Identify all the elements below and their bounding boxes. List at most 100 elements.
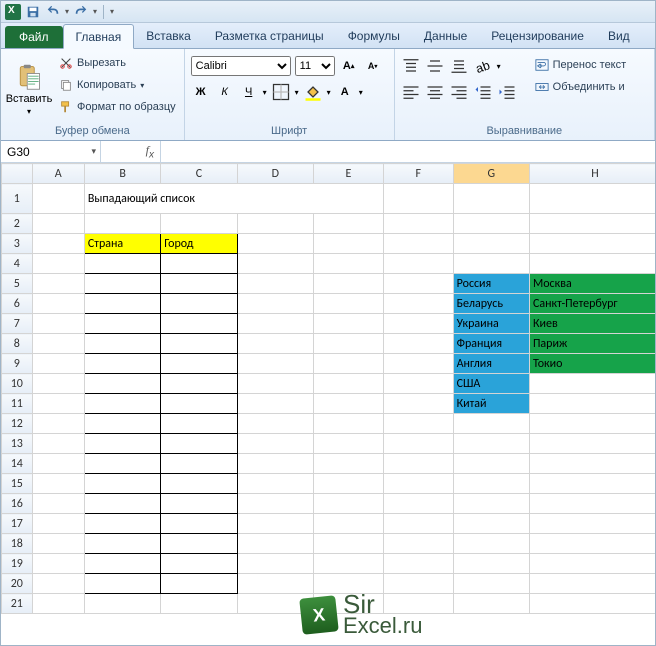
cell-A3[interactable] — [32, 234, 84, 254]
cell-H21[interactable] — [529, 594, 655, 614]
cell-G10[interactable]: США — [453, 374, 529, 394]
cell-E13[interactable] — [313, 434, 383, 454]
decrease-indent-icon[interactable] — [473, 82, 493, 102]
align-right-icon[interactable] — [449, 82, 469, 102]
cell-B16[interactable] — [84, 494, 160, 514]
row-header-20[interactable]: 20 — [2, 574, 33, 594]
cell-E14[interactable] — [313, 454, 383, 474]
cell-B4[interactable] — [84, 254, 160, 274]
cell-A18[interactable] — [32, 534, 84, 554]
row-header-6[interactable]: 6 — [2, 294, 33, 314]
cell-F12[interactable] — [383, 414, 453, 434]
cell-H20[interactable] — [529, 574, 655, 594]
cell-A17[interactable] — [32, 514, 84, 534]
cell-D5[interactable] — [237, 274, 313, 294]
cell-C13[interactable] — [161, 434, 237, 454]
cell-F2[interactable] — [383, 214, 453, 234]
cell-E12[interactable] — [313, 414, 383, 434]
row-header-16[interactable]: 16 — [2, 494, 33, 514]
tab-3[interactable]: Формулы — [336, 24, 412, 48]
cell-E5[interactable] — [313, 274, 383, 294]
cell-B2[interactable] — [84, 214, 160, 234]
name-box[interactable]: G30 — [1, 141, 101, 162]
cell-E10[interactable] — [313, 374, 383, 394]
cell-D18[interactable] — [237, 534, 313, 554]
redo-dropdown-icon[interactable]: ▾ — [93, 7, 97, 16]
cell-H13[interactable] — [529, 434, 655, 454]
col-header-C[interactable]: C — [161, 164, 237, 184]
col-header-A[interactable]: A — [32, 164, 84, 184]
cell-H9[interactable]: Токио — [529, 354, 655, 374]
cell-D4[interactable] — [237, 254, 313, 274]
cell-G15[interactable] — [453, 474, 529, 494]
cell-B13[interactable] — [84, 434, 160, 454]
cell-H19[interactable] — [529, 554, 655, 574]
file-tab[interactable]: Файл — [5, 26, 63, 48]
cell-D15[interactable] — [237, 474, 313, 494]
cell-E20[interactable] — [313, 574, 383, 594]
cell-F11[interactable] — [383, 394, 453, 414]
cell-G19[interactable] — [453, 554, 529, 574]
cell-G6[interactable]: Беларусь — [453, 294, 529, 314]
align-left-icon[interactable] — [401, 82, 421, 102]
cell-G7[interactable]: Украина — [453, 314, 529, 334]
col-header-F[interactable]: F — [383, 164, 453, 184]
cell-E15[interactable] — [313, 474, 383, 494]
tab-6[interactable]: Вид — [596, 24, 642, 48]
row-header-14[interactable]: 14 — [2, 454, 33, 474]
align-top-icon[interactable] — [401, 56, 421, 76]
cell-D8[interactable] — [237, 334, 313, 354]
font-color-icon[interactable]: A — [335, 82, 355, 102]
cell-F17[interactable] — [383, 514, 453, 534]
cell-F5[interactable] — [383, 274, 453, 294]
cell-D11[interactable] — [237, 394, 313, 414]
cell-E8[interactable] — [313, 334, 383, 354]
cell-B14[interactable] — [84, 454, 160, 474]
cell-D6[interactable] — [237, 294, 313, 314]
cell-G16[interactable] — [453, 494, 529, 514]
cell-A19[interactable] — [32, 554, 84, 574]
copy-button[interactable]: Копировать▾ — [57, 75, 178, 95]
cell-D12[interactable] — [237, 414, 313, 434]
cell-D3[interactable] — [237, 234, 313, 254]
cell-A6[interactable] — [32, 294, 84, 314]
cell-G9[interactable]: Англия — [453, 354, 529, 374]
cell-C4[interactable] — [161, 254, 237, 274]
font-size-select[interactable]: 11 — [295, 56, 335, 76]
cell-B20[interactable] — [84, 574, 160, 594]
worksheet-grid[interactable]: ABCDEFGH1Выпадающий список23СтранаГород4… — [1, 163, 655, 645]
cell-E17[interactable] — [313, 514, 383, 534]
cell-C8[interactable] — [161, 334, 237, 354]
cell-E7[interactable] — [313, 314, 383, 334]
cell-A12[interactable] — [32, 414, 84, 434]
cell-H12[interactable] — [529, 414, 655, 434]
merge-button[interactable]: Объединить и — [533, 77, 629, 97]
col-header-E[interactable]: E — [313, 164, 383, 184]
paste-button[interactable]: Вставить ▾ — [7, 51, 51, 123]
redo-icon[interactable] — [73, 4, 89, 20]
cell-A9[interactable] — [32, 354, 84, 374]
cell-E9[interactable] — [313, 354, 383, 374]
cell-G11[interactable]: Китай — [453, 394, 529, 414]
shrink-font-icon[interactable]: A▾ — [363, 56, 383, 76]
cell-H5[interactable]: Москва — [529, 274, 655, 294]
cell-E16[interactable] — [313, 494, 383, 514]
cell-G5[interactable]: Россия — [453, 274, 529, 294]
cell-A10[interactable] — [32, 374, 84, 394]
cell-D9[interactable] — [237, 354, 313, 374]
fill-color-icon[interactable] — [303, 82, 323, 102]
cell-F21[interactable] — [383, 594, 453, 614]
cell-A20[interactable] — [32, 574, 84, 594]
cell-H6[interactable]: Санкт-Петербург — [529, 294, 655, 314]
cell-A7[interactable] — [32, 314, 84, 334]
cell-F14[interactable] — [383, 454, 453, 474]
cell-B19[interactable] — [84, 554, 160, 574]
cell-H1[interactable] — [529, 184, 655, 214]
cell-C6[interactable] — [161, 294, 237, 314]
cell-B21[interactable] — [84, 594, 160, 614]
cell-B15[interactable] — [84, 474, 160, 494]
cell-B3[interactable]: Страна — [84, 234, 160, 254]
cell-G21[interactable] — [453, 594, 529, 614]
cell-C17[interactable] — [161, 514, 237, 534]
row-header-4[interactable]: 4 — [2, 254, 33, 274]
